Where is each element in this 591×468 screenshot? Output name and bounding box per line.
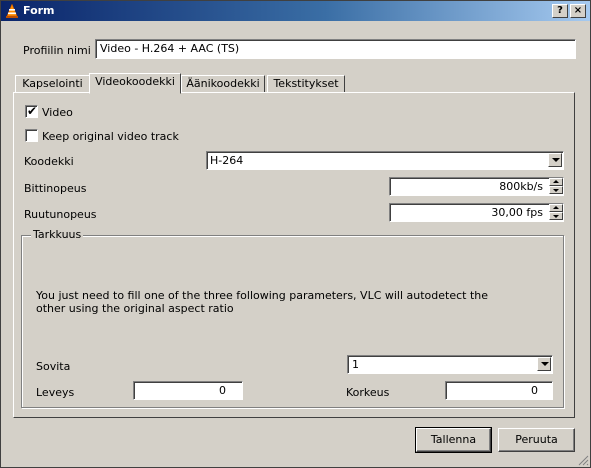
- tab-encapsulation[interactable]: Kapselointi: [15, 75, 90, 93]
- width-label: Leveys: [36, 386, 75, 399]
- vlc-cone-icon: [6, 3, 18, 18]
- framerate-label: Ruutunopeus: [24, 208, 97, 221]
- help-button[interactable]: ?: [552, 4, 568, 18]
- arrow-up-icon: [553, 206, 559, 209]
- codec-select[interactable]: H-264: [206, 151, 564, 170]
- framerate-spinbox[interactable]: 30,00 fps: [389, 203, 564, 222]
- resize-grip-icon[interactable]: [577, 454, 589, 466]
- tab-label: Äänikoodekki: [186, 77, 260, 90]
- chevron-down-icon: [541, 362, 549, 366]
- cancel-button[interactable]: Peruuta: [498, 428, 575, 452]
- keep-original-label: Keep original video track: [42, 130, 179, 143]
- scale-select[interactable]: 1: [347, 355, 553, 374]
- save-button[interactable]: Tallenna: [415, 427, 492, 453]
- tab-label: Kapselointi: [22, 77, 83, 90]
- chevron-down-icon: [552, 158, 560, 162]
- bitrate-value: 800kb/s: [499, 180, 543, 193]
- title-bar[interactable]: Form ? ×: [1, 1, 590, 21]
- bitrate-up-button[interactable]: [549, 178, 563, 186]
- profile-name-input[interactable]: Video - H.264 + AAC (TS): [95, 39, 576, 59]
- check-icon: ✔: [27, 104, 38, 118]
- close-button[interactable]: ×: [570, 4, 586, 18]
- arrow-down-icon: [553, 189, 559, 192]
- tab-video-codec[interactable]: Videokoodekki: [89, 73, 181, 94]
- tab-label: Tekstitykset: [273, 77, 339, 90]
- profile-name-value: Video - H.264 + AAC (TS): [100, 42, 240, 55]
- height-value: 0: [531, 384, 538, 397]
- scale-label: Sovita: [36, 360, 71, 373]
- tab-audio-codec[interactable]: Äänikoodekki: [181, 75, 265, 93]
- video-checkbox-label: Video: [42, 106, 73, 119]
- width-input[interactable]: 0: [133, 381, 243, 400]
- bitrate-label: Bittinopeus: [24, 182, 87, 195]
- codec-dropdown-button[interactable]: [548, 153, 562, 167]
- height-label: Korkeus: [346, 386, 390, 399]
- scale-value: 1: [352, 358, 359, 371]
- framerate-value: 30,00 fps: [491, 206, 543, 219]
- tab-label: Videokoodekki: [95, 75, 175, 88]
- profile-name-label: Profiilin nimi: [23, 44, 91, 57]
- video-checkbox[interactable]: ✔: [25, 104, 38, 118]
- tab-subtitles[interactable]: Tekstitykset: [267, 75, 345, 93]
- form-dialog: Form ? × Profiilin nimi Video - H.264 + …: [0, 0, 591, 468]
- arrow-up-icon: [553, 180, 559, 183]
- framerate-up-button[interactable]: [549, 204, 563, 212]
- scale-dropdown-button[interactable]: [537, 357, 551, 371]
- height-input[interactable]: 0: [445, 381, 553, 400]
- resolution-group-title: Tarkkuus: [31, 228, 84, 241]
- framerate-down-button[interactable]: [549, 212, 563, 220]
- window-title: Form: [23, 4, 55, 17]
- arrow-down-icon: [553, 215, 559, 218]
- bitrate-down-button[interactable]: [549, 186, 563, 194]
- width-value: 0: [219, 384, 226, 397]
- bitrate-spinbox[interactable]: 800kb/s: [389, 177, 564, 196]
- keep-original-checkbox[interactable]: [25, 129, 38, 142]
- codec-label: Koodekki: [24, 155, 74, 168]
- resolution-hint-text: You just need to fill one of the three f…: [36, 289, 489, 315]
- codec-value: H-264: [210, 154, 244, 167]
